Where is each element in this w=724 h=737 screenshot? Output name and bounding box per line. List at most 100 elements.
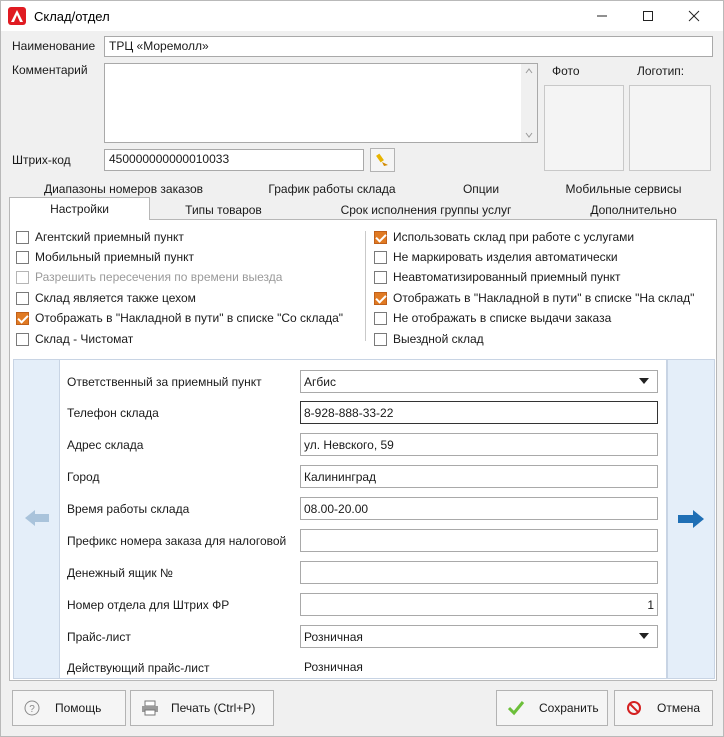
tab-settings[interactable]: Настройки — [9, 197, 150, 220]
prev-page-button[interactable] — [13, 359, 61, 679]
checkbox-show-from-warehouse[interactable]: Отображать в "Накладной в пути" в списке… — [16, 309, 343, 327]
checkbox-box[interactable] — [374, 270, 387, 284]
checkbox-hide-in-issue-list[interactable]: Не отображать в списке выдачи заказа — [374, 309, 611, 327]
prefix-input[interactable] — [300, 529, 658, 552]
prefix-label: Префикс номера заказа для налоговой — [67, 534, 287, 548]
tab-service-deadline[interactable]: Срок исполнения группы услуг — [301, 203, 551, 217]
checkbox-box[interactable] — [16, 270, 29, 284]
pricelist-label: Прайс-лист — [67, 630, 131, 644]
checkbox-box[interactable] — [16, 230, 29, 244]
minimize-icon — [597, 15, 607, 17]
chevron-down-icon[interactable] — [639, 378, 649, 385]
dept-label: Номер отдела для Штрих ФР — [67, 598, 230, 612]
checkbox-agent-point[interactable]: Агентский приемный пункт — [16, 228, 184, 246]
phone-label: Телефон склада — [67, 406, 159, 420]
checkbox-label: Отображать в "Накладной в пути" в списке… — [393, 291, 695, 305]
arrow-left-icon — [25, 510, 49, 526]
close-icon — [688, 10, 700, 22]
cancel-button[interactable]: Отмена — [614, 690, 713, 726]
city-input[interactable]: Калининград — [300, 465, 658, 488]
responsible-value: Агбис — [304, 375, 336, 389]
close-button[interactable] — [671, 1, 717, 31]
checkbox-box[interactable] — [374, 311, 387, 325]
responsible-select[interactable]: Агбис — [300, 370, 658, 393]
warehouse-form: Ответственный за приемный пункт Агбис Те… — [59, 359, 667, 679]
checkbox-box[interactable] — [16, 250, 29, 264]
maximize-button[interactable] — [625, 1, 671, 31]
checkbox-box[interactable] — [16, 311, 29, 325]
checkbox-show-to-warehouse[interactable]: Отображать в "Накладной в пути" в списке… — [374, 289, 694, 307]
checkbox-use-with-services[interactable]: Использовать склад при работе с услугами — [374, 228, 634, 246]
checkbox-box[interactable] — [374, 291, 387, 305]
checkbox-mobile-point[interactable]: Мобильный приемный пункт — [16, 248, 194, 266]
tab-product-types[interactable]: Типы товаров — [151, 203, 296, 217]
checkbox-field-warehouse[interactable]: Выездной склад — [374, 330, 484, 348]
generate-barcode-button[interactable] — [370, 148, 395, 172]
checkbox-non-automated[interactable]: Неавтоматизированный приемный пункт — [374, 268, 621, 286]
logo-placeholder[interactable] — [629, 85, 711, 171]
save-label: Сохранить — [539, 701, 599, 715]
tab-mobile-services[interactable]: Мобильные сервисы — [541, 182, 706, 196]
svg-text:?: ? — [29, 704, 35, 715]
cashbox-label: Денежный ящик № — [67, 566, 173, 580]
name-label: Наименование — [12, 39, 96, 53]
maximize-icon — [643, 11, 653, 21]
logo-label: Логотип: — [637, 64, 685, 78]
photo-label: Фото — [552, 64, 580, 78]
column-divider — [365, 231, 366, 341]
cashbox-input[interactable] — [300, 561, 658, 584]
responsible-label: Ответственный за приемный пункт — [67, 375, 262, 389]
checkbox-label: Склад - Чистомат — [35, 332, 134, 346]
barcode-label: Штрих-код — [12, 153, 71, 167]
pricelist-value: Розничная — [304, 630, 363, 644]
chevron-down-icon[interactable] — [639, 633, 649, 640]
checkbox-chistomat[interactable]: Склад - Чистомат — [16, 330, 133, 348]
print-button[interactable]: Печать (Ctrl+P) — [130, 690, 274, 726]
printer-icon — [141, 699, 159, 717]
comment-textarea[interactable] — [104, 63, 538, 143]
save-button[interactable]: Сохранить — [496, 690, 608, 726]
pricelist-select[interactable]: Розничная — [300, 625, 658, 648]
checkbox-box[interactable] — [374, 250, 387, 264]
comment-label: Комментарий — [12, 63, 88, 77]
next-page-button[interactable] — [667, 359, 715, 679]
checkbox-box[interactable] — [374, 332, 387, 346]
arrow-right-icon — [678, 510, 704, 528]
checkbox-also-workshop[interactable]: Склад является также цехом — [16, 289, 196, 307]
comment-scrollbar[interactable] — [521, 64, 537, 142]
checkbox-label: Отображать в "Накладной в пути" в списке… — [35, 311, 344, 325]
tab-additional[interactable]: Дополнительно — [556, 203, 711, 217]
checkbox-box[interactable] — [16, 291, 29, 305]
cancel-icon — [625, 699, 643, 717]
barcode-input[interactable]: 450000000000010033 — [104, 149, 364, 171]
address-input[interactable]: ул. Невского, 59 — [300, 433, 658, 456]
warehouse-dialog: Склад/отдел Наименование ТРЦ «Моремолл» … — [0, 0, 724, 737]
scroll-down-icon[interactable] — [525, 132, 533, 138]
name-input[interactable]: ТРЦ «Моремолл» — [104, 36, 713, 57]
tab-order-ranges[interactable]: Диапазоны номеров заказов — [11, 182, 236, 196]
app-logo-icon — [8, 7, 26, 25]
help-icon: ? — [23, 699, 41, 717]
checkbox-box[interactable] — [16, 332, 29, 346]
tab-options[interactable]: Опции — [431, 182, 531, 196]
checkbox-label: Выездной склад — [393, 332, 484, 346]
checkbox-box[interactable] — [374, 230, 387, 244]
photo-placeholder[interactable] — [544, 85, 624, 171]
help-button[interactable]: ? Помощь — [12, 690, 126, 726]
checkmark-icon — [507, 699, 525, 717]
checkbox-allow-overlap[interactable]: Разрешить пересечения по времени выезда — [16, 268, 282, 286]
tab-work-schedule[interactable]: График работы склада — [237, 182, 427, 196]
phone-input[interactable]: 8-928-888-33-22 — [300, 401, 658, 424]
checkbox-label: Не маркировать изделия автоматически — [393, 250, 618, 264]
checkbox-label: Склад является также цехом — [35, 291, 196, 305]
print-label: Печать (Ctrl+P) — [171, 701, 256, 715]
dept-input[interactable]: 1 — [300, 593, 658, 616]
scroll-up-icon[interactable] — [525, 68, 533, 74]
hours-input[interactable]: 08.00-20.00 — [300, 497, 658, 520]
checkbox-no-auto-marking[interactable]: Не маркировать изделия автоматически — [374, 248, 618, 266]
help-label: Помощь — [55, 701, 102, 715]
minimize-button[interactable] — [579, 1, 625, 31]
city-label: Город — [67, 470, 100, 484]
checkbox-label: Не отображать в списке выдачи заказа — [393, 311, 612, 325]
window-title: Склад/отдел — [34, 8, 110, 24]
